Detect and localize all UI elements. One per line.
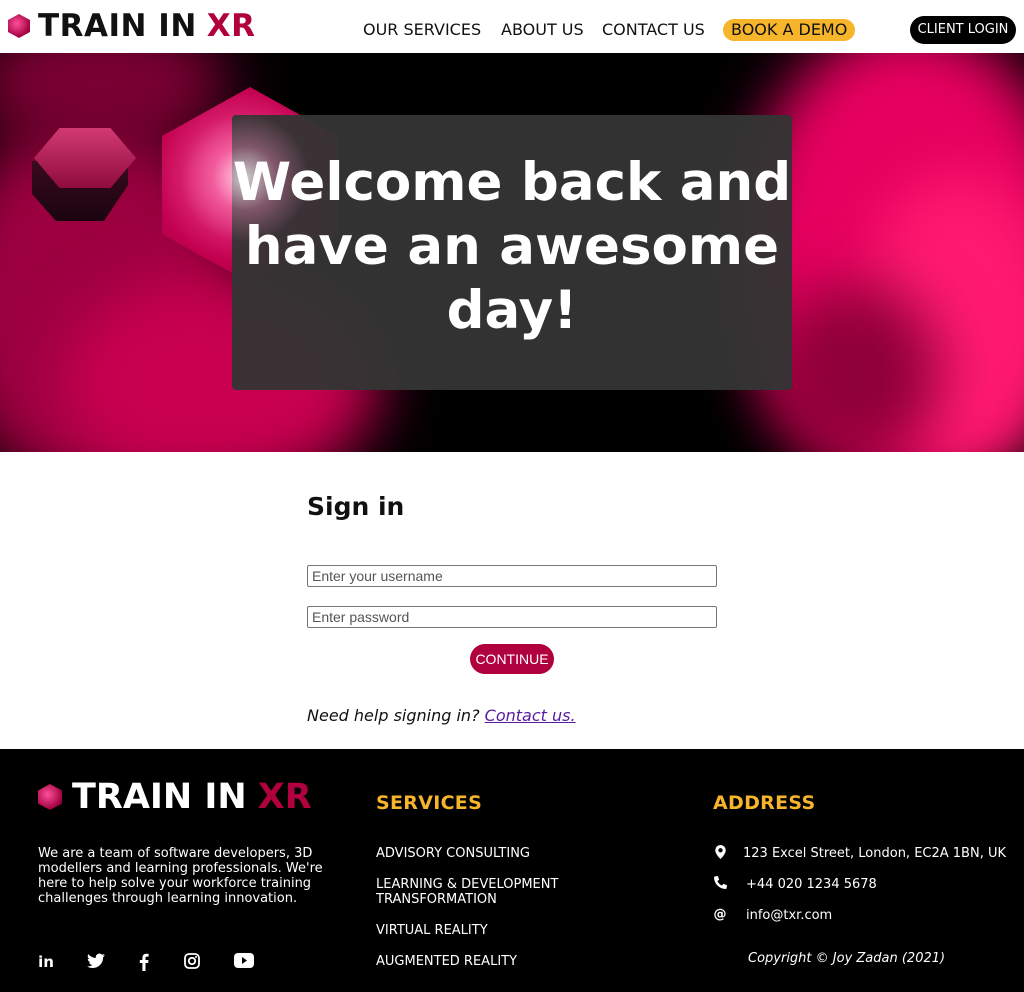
facebook-icon[interactable] [134, 953, 154, 971]
book-demo-button[interactable]: BOOK A DEMO [723, 19, 856, 41]
site-header: TRAIN IN XR OUR SERVICES ABOUT US CONTACT… [0, 0, 1024, 53]
continue-button[interactable]: CONTINUE [470, 644, 554, 674]
password-input[interactable] [307, 606, 717, 628]
hexagon-logo-icon [38, 784, 62, 810]
footer-about-text: We are a team of software developers, 3D… [38, 846, 323, 906]
service-link-learning[interactable]: LEARNING & DEVELOPMENT TRANSFORMATION [376, 877, 586, 907]
phone-text: +44 020 1234 5678 [746, 877, 877, 892]
footer-logo-text-accent: XR [257, 777, 312, 817]
linkedin-icon[interactable]: in [36, 953, 56, 971]
nav-about-us[interactable]: ABOUT US [501, 20, 584, 39]
welcome-heading: Welcome back and have an awesome day! [232, 152, 792, 341]
location-pin-icon [713, 845, 727, 861]
address-text: 123 Excel Street, London, EC2A 1BN, UK [743, 846, 1007, 861]
nav-contact-us[interactable]: CONTACT US [602, 20, 705, 39]
hexagon-logo-icon [8, 14, 30, 38]
phone-icon [713, 875, 727, 892]
service-link-advisory[interactable]: ADVISORY CONSULTING [376, 846, 606, 861]
services-heading: SERVICES [376, 792, 483, 814]
service-link-ar[interactable]: AUGMENTED REALITY [376, 954, 606, 969]
username-input[interactable] [307, 565, 717, 587]
footer-logo[interactable]: TRAIN IN XR [38, 777, 312, 817]
header-logo[interactable]: TRAIN IN XR [8, 8, 256, 44]
youtube-icon[interactable] [234, 953, 254, 971]
logo-text-main: TRAIN IN [38, 8, 197, 44]
address-heading: ADDRESS [713, 792, 816, 814]
logo-text: TRAIN IN XR [38, 8, 256, 44]
email-at-icon: @ [713, 907, 727, 922]
copyright-text: Copyright © Joy Zadan (2021) [748, 951, 946, 966]
twitter-icon[interactable] [86, 953, 106, 971]
contact-us-link[interactable]: Contact us. [485, 706, 576, 725]
instagram-icon[interactable] [182, 953, 202, 971]
nav-our-services[interactable]: OUR SERVICES [363, 20, 481, 39]
site-footer: TRAIN IN XR We are a team of software dev… [0, 749, 1024, 992]
help-text: Need help signing in? [307, 706, 480, 725]
hero-cloud [770, 283, 940, 452]
footer-logo-text: TRAIN IN XR [72, 777, 312, 817]
footer-logo-text-main: TRAIN IN [72, 777, 247, 817]
logo-text-accent: XR [206, 8, 256, 44]
signin-help: Need help signing in? Contact us. [307, 706, 576, 725]
hero-banner: Welcome back and have an awesome day! [0, 53, 1024, 452]
signin-title: Sign in [307, 492, 405, 521]
service-link-vr[interactable]: VIRTUAL REALITY [376, 923, 606, 938]
email-text[interactable]: info@txr.com [746, 908, 832, 923]
client-login-button[interactable]: CLIENT LOGIN [910, 16, 1016, 44]
